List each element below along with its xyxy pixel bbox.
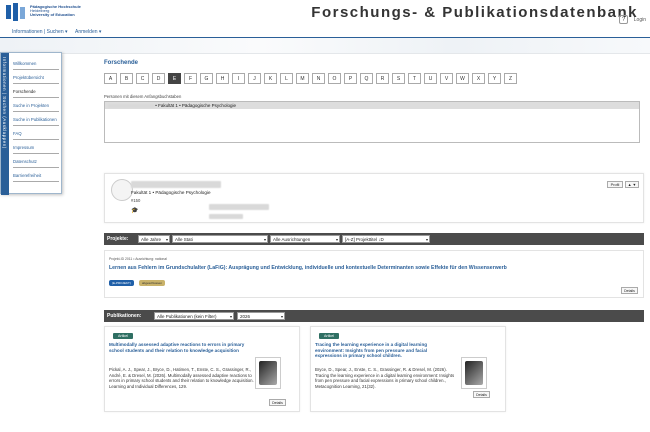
- person-faculty: Fakultät 1 • Pädagogische Psychologie: [131, 190, 211, 195]
- publication-year-select[interactable]: 2026: [237, 312, 285, 320]
- project-card: Projekt-ID 2011 • Ausrichtung: national …: [104, 250, 644, 298]
- publication-card: Artikel Tracing the learning experience …: [310, 326, 506, 412]
- letter-filter-n[interactable]: N: [312, 73, 325, 84]
- header-banner: [0, 38, 650, 54]
- publications-filter-bar: Publikationen: Alle Publikationen (kein …: [104, 310, 644, 322]
- login-link[interactable]: Login: [634, 17, 646, 23]
- graduation-cap-icon: 🎓: [131, 208, 139, 214]
- publication-type-badge: Artikel: [319, 333, 339, 339]
- status-filter-select[interactable]: Alle Stati: [172, 235, 268, 243]
- letter-filter-m[interactable]: M: [296, 73, 309, 84]
- letter-filter-y[interactable]: Y: [488, 73, 501, 84]
- top-navigation: ? Login Informationen | Suchen ▾ Anmelde…: [0, 15, 650, 38]
- projects-label: Projekte:: [107, 236, 129, 242]
- navigation-menu: Informationen | Suchen (Ausklappen) Will…: [0, 52, 62, 195]
- publication-citation: Bryce, D., Spear, J., Enste, C. S., Gras…: [315, 367, 455, 389]
- letter-filter-a[interactable]: A: [104, 73, 117, 84]
- person-id: #150: [131, 198, 141, 203]
- person-list-label: Personen mit diesem Anfangsbuchstaben: [104, 94, 182, 99]
- redacted-contact: [209, 204, 269, 210]
- letter-filter-i[interactable]: I: [232, 73, 245, 84]
- chevron-down-icon: ▾: [98, 29, 102, 35]
- letter-filter-f[interactable]: F: [184, 73, 197, 84]
- project-meta: Projekt-ID 2011 • Ausrichtung: national: [109, 257, 167, 261]
- sidebar-item-suche-publikationen[interactable]: Suche in Publikationen: [13, 117, 59, 126]
- university-name: Pädagogische Hochschule Heidelberg Unive…: [30, 4, 81, 18]
- year-filter-select[interactable]: Alle Jahre: [138, 235, 170, 243]
- status-badge: abgeschlossen: [139, 280, 166, 286]
- person-card: Fakultät 1 • Pädagogische Psychologie #1…: [104, 173, 644, 223]
- help-icon[interactable]: ?: [619, 15, 628, 24]
- project-type-badge: (E-PROJEKT): [109, 280, 134, 286]
- letter-filter-k[interactable]: K: [264, 73, 277, 84]
- project-details-button[interactable]: Details: [621, 287, 638, 294]
- sidebar-item-barrierefreiheit[interactable]: Barrierefreiheit: [13, 173, 59, 182]
- sort-toggle-button[interactable]: ▲ ▼: [625, 181, 639, 188]
- sidebar-item-projektuebersicht[interactable]: Projektübersicht: [13, 75, 59, 84]
- nav-anmelden[interactable]: Anmelden ▾: [75, 29, 101, 35]
- alphabet-filter: ABCDEFGHIJKLMNOPQRSTUVWXYZ: [104, 73, 517, 84]
- projects-filter-bar: Projekte: Alle Jahre Alle Stati Alle Aus…: [104, 233, 644, 245]
- university-logo[interactable]: [6, 3, 28, 21]
- nav-informationen-suchen[interactable]: Informationen | Suchen ▾: [12, 29, 68, 35]
- project-title-link[interactable]: Lernen aus Fehlern im Grundschulalter (L…: [109, 265, 629, 271]
- menu-collapse-tab[interactable]: Informationen | Suchen (Ausklappen): [1, 53, 9, 195]
- letter-filter-l[interactable]: L: [280, 73, 293, 84]
- publication-card: Artikel Multimodally assessed adaptive r…: [104, 326, 300, 412]
- sidebar-item-forschende[interactable]: Forschende: [13, 89, 59, 98]
- letter-filter-t[interactable]: T: [408, 73, 421, 84]
- publication-cover-thumbnail: [461, 357, 487, 389]
- orientation-filter-select[interactable]: Alle Ausrichtungen: [270, 235, 340, 243]
- letter-filter-o[interactable]: O: [328, 73, 341, 84]
- page-title: Forschende: [104, 60, 139, 66]
- publication-type-badge: Artikel: [113, 333, 133, 339]
- letter-filter-c[interactable]: C: [136, 73, 149, 84]
- letter-filter-e[interactable]: E: [168, 73, 181, 84]
- letter-filter-s[interactable]: S: [392, 73, 405, 84]
- letter-filter-p[interactable]: P: [344, 73, 357, 84]
- letter-filter-w[interactable]: W: [456, 73, 469, 84]
- redacted-person-name: [131, 181, 221, 188]
- letter-filter-j[interactable]: J: [248, 73, 261, 84]
- publication-citation: Pickal, A. J., Spear, J., Bryce, D., Hat…: [109, 367, 254, 389]
- publication-title-link[interactable]: Tracing the learning experience in a dig…: [315, 342, 455, 359]
- sidebar-item-datenschutz[interactable]: Datenschutz: [13, 159, 59, 168]
- sidebar-item-willkommen[interactable]: Willkommen: [13, 61, 59, 70]
- publication-details-button[interactable]: Details: [473, 391, 490, 398]
- avatar: [111, 179, 133, 201]
- publication-details-button[interactable]: Details: [269, 399, 286, 406]
- sidebar-item-faq[interactable]: FAQ: [13, 131, 59, 140]
- publications-label: Publikationen:: [107, 313, 142, 319]
- letter-filter-q[interactable]: Q: [360, 73, 373, 84]
- sidebar-item-suche-projekten[interactable]: Suche in Projekten: [13, 103, 59, 112]
- letter-filter-g[interactable]: G: [200, 73, 213, 84]
- publication-title-link[interactable]: Multimodally assessed adaptive reactions…: [109, 342, 249, 353]
- person-listbox[interactable]: • Fakultät 1 • Pädagogische Psychologie: [104, 101, 640, 143]
- letter-filter-d[interactable]: D: [152, 73, 165, 84]
- sort-filter-select[interactable]: [A-Z] Projekttitel ↓D: [342, 235, 430, 243]
- site-header: Pädagogische Hochschule Heidelberg Unive…: [0, 0, 650, 28]
- letter-filter-b[interactable]: B: [120, 73, 133, 84]
- letter-filter-r[interactable]: R: [376, 73, 389, 84]
- app-title: Forschungs- & Publikationsdatenbank: [311, 4, 638, 21]
- letter-filter-v[interactable]: V: [440, 73, 453, 84]
- letter-filter-u[interactable]: U: [424, 73, 437, 84]
- person-list-option[interactable]: • Fakultät 1 • Pädagogische Psychologie: [105, 102, 639, 109]
- publication-type-select[interactable]: Alle Publikationen (kein Filter): [154, 312, 234, 320]
- sidebar-item-impressum[interactable]: Impressum: [13, 145, 59, 154]
- letter-filter-x[interactable]: X: [472, 73, 485, 84]
- profile-button[interactable]: Profil: [607, 181, 623, 188]
- letter-filter-z[interactable]: Z: [504, 73, 517, 84]
- redacted-contact: [209, 214, 243, 219]
- publication-cover-thumbnail: [255, 357, 281, 389]
- letter-filter-h[interactable]: H: [216, 73, 229, 84]
- chevron-down-icon: ▾: [65, 29, 68, 35]
- redacted-name: [108, 103, 154, 108]
